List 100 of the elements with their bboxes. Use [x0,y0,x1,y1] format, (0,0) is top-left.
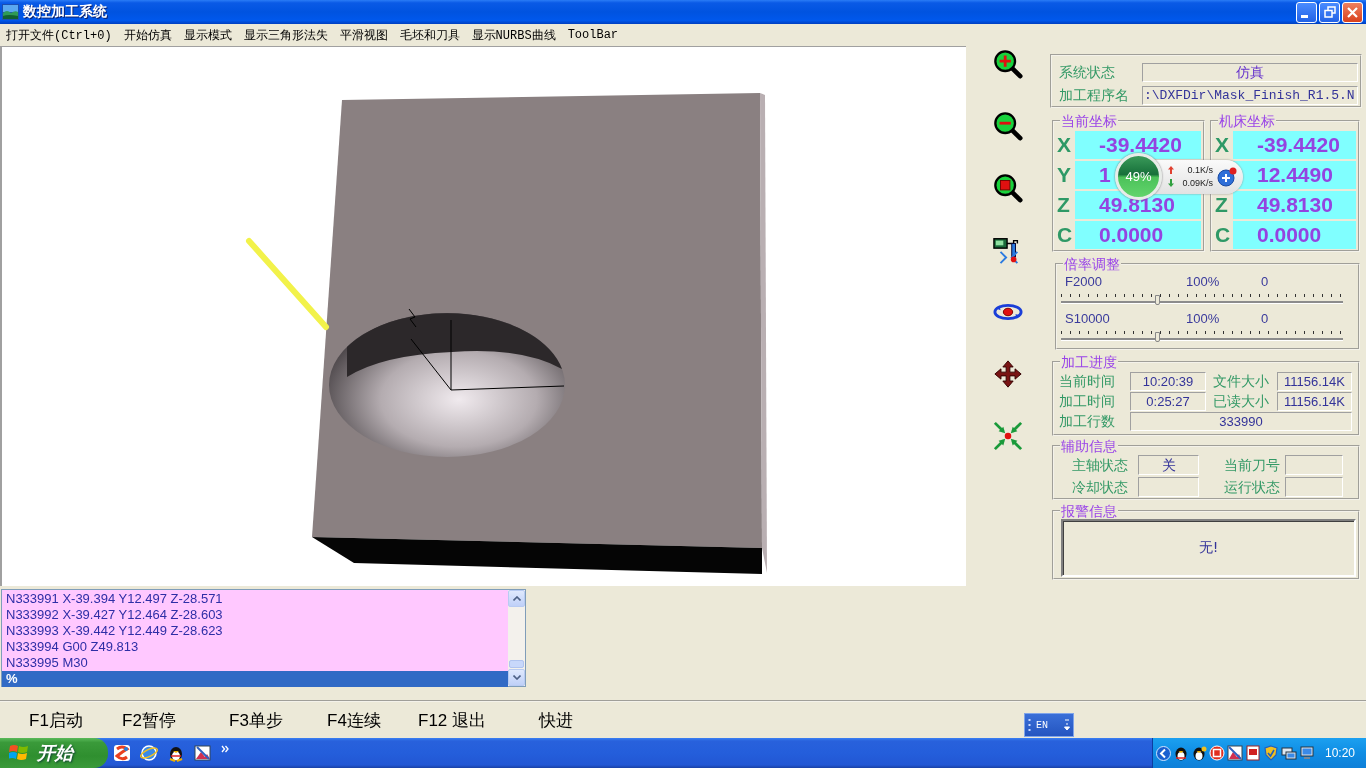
coordinate-value: -39.4420 [1075,131,1201,159]
progress-field: 333990 [1130,412,1352,431]
badge-icon[interactable] [1209,745,1225,761]
coordinate-value: 49.8130 [1233,191,1356,219]
scroll-down-button[interactable] [508,669,525,686]
gcode-line[interactable]: N333992 X-39.427 Y12.464 Z-28.603 [2,607,508,623]
minimize-icon [1301,14,1308,18]
progress-field: 11156.14K [1277,372,1352,391]
group-title: 报警信息 [1060,503,1118,519]
move-icon[interactable] [993,359,1023,389]
axis-label: C [1057,223,1074,247]
inward-arrows-icon[interactable] [993,421,1023,451]
menu-item[interactable]: 显示NURBS曲线 [465,24,562,46]
penguin-icon[interactable] [167,744,185,762]
monitor-icon[interactable] [1299,745,1315,761]
value-label: 0 [1261,311,1269,326]
coordinate-value: -39.4420 [1233,131,1356,159]
function-key[interactable]: F4连续 [327,708,381,732]
gcode-line[interactable]: N333994 G00 Z49.813 [2,639,508,655]
value-label: 0 [1261,274,1269,289]
progress-field: 10:20:39 [1130,372,1206,391]
menu-item[interactable]: 显示模式 [177,24,238,46]
menu-item[interactable]: 开始仿真 [117,24,178,46]
status-field [1138,477,1199,497]
function-key[interactable]: F12 退出 [418,708,487,732]
window-title: 数控加工系统 [23,3,107,21]
slider-label: F2000 [1064,274,1103,289]
menu-item[interactable]: ToolBar [561,26,625,44]
close-icon [1347,6,1358,18]
field-label: 加工行数 [1059,412,1116,431]
status-field: 仿真 [1142,63,1358,82]
status-field [1285,455,1343,475]
field-label: 当前时间 [1059,372,1116,391]
close-button[interactable] [1342,1,1363,23]
field-label: 加工时间 [1059,392,1116,411]
caret-icon[interactable] [1064,719,1070,731]
shield-icon[interactable] [1263,745,1279,761]
gcode-line[interactable]: N333995 M30 [2,655,508,671]
language-indicator[interactable]: EN [1036,719,1048,731]
document-icon[interactable] [1245,745,1261,761]
double-chevron-icon[interactable] [221,745,229,753]
progress-field: 11156.14K [1277,392,1352,411]
scroll-up-button[interactable] [508,590,525,607]
start-button[interactable]: 开始 [0,738,108,768]
slider-thumb[interactable] [1154,332,1160,342]
penguin-icon[interactable] [1173,745,1189,761]
function-key[interactable]: F2暂停 [122,708,176,732]
caret-down-icon [512,675,521,680]
axis-label: X [1215,133,1230,157]
axis-label: Z [1215,193,1229,217]
zoom-in-icon[interactable] [993,49,1023,79]
zoom-box-icon[interactable] [993,173,1023,203]
field-label: 文件大小 [1212,372,1270,391]
grip-icon [1028,718,1031,732]
penguin-icon[interactable] [1191,745,1207,761]
slider-thumb[interactable] [1154,295,1160,305]
plus-icon[interactable] [1217,166,1237,187]
clock: 10:20 [1324,746,1355,760]
zoom-out-icon[interactable] [993,111,1023,141]
status-field [1285,477,1343,497]
function-key[interactable]: F1启动 [29,708,83,732]
network-icon[interactable] [1281,745,1297,761]
gcode-line[interactable]: N333991 X-39.394 Y12.497 Z-28.571 [2,591,508,607]
flag-icon [9,744,29,762]
gcode-line[interactable]: N333993 X-39.442 Y12.449 Z-28.623 [2,623,508,639]
scrollbar[interactable] [508,590,525,686]
coordinate-value: 0.0000 [1075,221,1201,249]
landscape-icon [2,4,19,20]
picture-icon[interactable] [194,744,212,762]
axis-label: Y [1057,163,1072,187]
swirl-icon[interactable] [113,744,131,762]
chevron-left-icon[interactable] [1156,745,1171,761]
restore-button[interactable] [1319,1,1340,23]
coordinate-value: 12.4490 [1233,161,1356,189]
axis-label: X [1057,133,1072,157]
alarm-message: 无! [1198,539,1219,557]
picture-icon[interactable] [1227,745,1243,761]
group-title: 当前坐标 [1060,113,1118,129]
group-title: 倍率调整 [1063,256,1121,272]
arrow-down-icon [1168,179,1174,187]
percent-label: 100% [1186,274,1221,289]
menu-item[interactable]: 显示三角形法失 [237,24,334,46]
menu-item[interactable]: 平滑视图 [333,24,394,46]
progress-field: 0:25:27 [1130,392,1206,411]
minimize-button[interactable] [1296,1,1317,23]
menu-item[interactable]: 打开文件(Ctrl+0) [0,24,118,46]
menu-item[interactable]: 毛坯和刀具 [393,24,466,46]
axis-label: C [1215,223,1232,247]
restore-icon [1323,6,1336,18]
slider-label: S10000 [1064,311,1111,326]
function-key[interactable]: F3单步 [229,708,283,732]
function-key[interactable]: 快进 [539,708,573,732]
field-label: 主轴状态 [1071,456,1129,475]
scroll-thumb[interactable] [509,660,524,668]
status-field: 关 [1138,455,1199,475]
globe-icon[interactable] [140,744,158,762]
group-title: 辅助信息 [1060,438,1118,454]
caret-up-icon [512,596,521,601]
arrow-up-icon [1168,166,1174,174]
group-title: 机床坐标 [1218,113,1276,129]
